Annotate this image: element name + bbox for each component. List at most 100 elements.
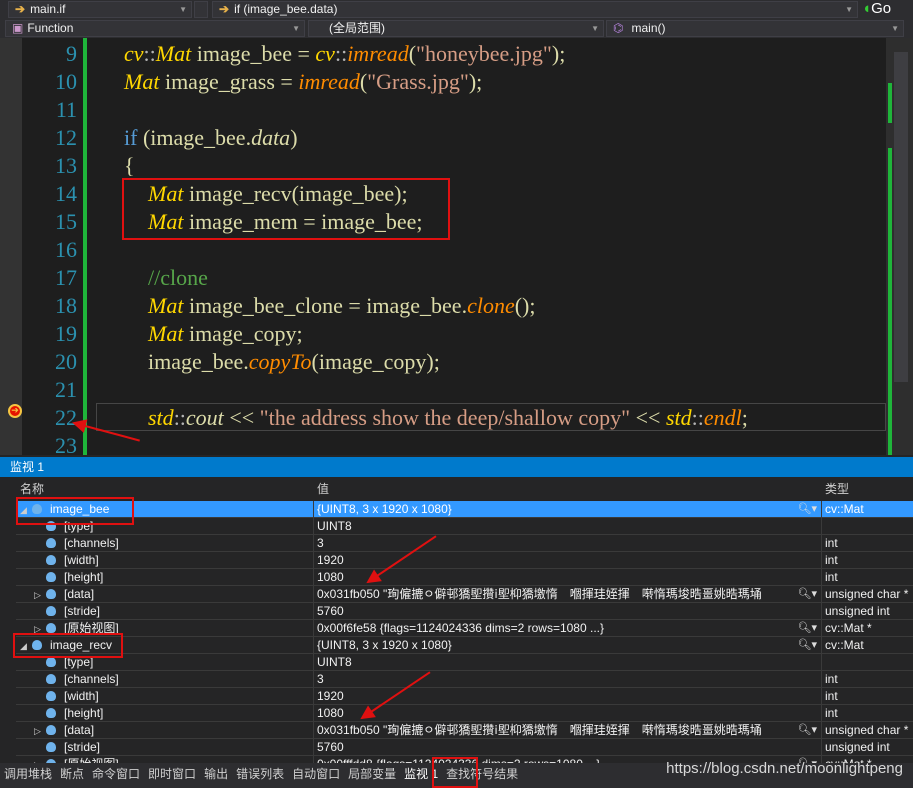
variable-name: [height]: [64, 706, 104, 720]
expand-toggle-icon[interactable]: ▷: [34, 723, 46, 738]
code-token: copyTo: [248, 349, 312, 374]
visualizer-search-icon[interactable]: 🔍︎▾: [798, 586, 818, 602]
watch-row[interactable]: [height] 1080 int: [16, 569, 913, 586]
watch-value-cell[interactable]: 1080: [313, 569, 821, 585]
variable-value: 5760: [317, 604, 344, 618]
variable-type: int: [825, 570, 838, 584]
tab-5[interactable]: 错误列表: [232, 763, 288, 785]
line-number: 10: [55, 69, 77, 94]
code-line[interactable]: 9 cv::Mat image_bee = cv::imread("honeybe…: [0, 40, 885, 68]
watch-row[interactable]: [type] UINT8: [16, 518, 913, 535]
watch-row[interactable]: [height] 1080 int: [16, 705, 913, 722]
variable-value: 0x031fb050 "珣僱摝ㅇ僻邨獢堲攢ⅰ堲枊獢墽惰 嗰揮珪姪揮 啭惰瑪埈晧畺…: [317, 723, 762, 737]
scope-dropdown[interactable]: ➔ if (image_bee.data) ▼: [212, 1, 858, 18]
code-line[interactable]: 22 std::cout << "the address show the dee…: [0, 404, 885, 432]
watch-value-cell[interactable]: 3: [313, 671, 821, 687]
global-scope-dropdown[interactable]: (全局范围) ▼: [308, 20, 604, 37]
tab-3[interactable]: 即时窗口: [144, 763, 200, 785]
line-number: 22: [55, 405, 77, 430]
variable-icon: [46, 538, 56, 548]
header-type[interactable]: 类型: [821, 480, 849, 499]
watch-row[interactable]: [width] 1920 int: [16, 688, 913, 705]
tab-6[interactable]: 自动窗口: [288, 763, 344, 785]
variable-value: 1920: [317, 689, 344, 703]
watch-row[interactable]: [stride] 5760 unsigned int: [16, 739, 913, 756]
code-line[interactable]: 17 //clone: [0, 264, 885, 292]
go-icon: ◖: [862, 0, 872, 17]
code-line[interactable]: 12 if (image_bee.data): [0, 124, 885, 152]
code-line[interactable]: 13 {: [0, 152, 885, 180]
tab-2[interactable]: 命令窗口: [88, 763, 144, 785]
code-editor[interactable]: 9 cv::Mat image_bee = cv::imread("honeybe…: [0, 38, 913, 455]
vertical-scrollbar[interactable]: [886, 38, 913, 455]
watch-name-cell: ▷ [data]: [16, 586, 313, 602]
scroll-thumb[interactable]: [894, 52, 908, 382]
scroll-marker: [888, 148, 892, 455]
watch-row[interactable]: ▷ [data] 0x031fb050 "珣僱摝ㅇ僻邨獢堲攢ⅰ堲枊獢墽惰 嗰揮珪姪…: [16, 722, 913, 739]
watch-row[interactable]: [channels] 3 int: [16, 671, 913, 688]
variable-type: cv::Mat *: [825, 621, 872, 635]
code-text: //clone: [148, 264, 208, 292]
header-value[interactable]: 值: [313, 480, 329, 499]
code-token: std: [665, 405, 692, 430]
visualizer-search-icon[interactable]: 🔍︎▾: [798, 722, 818, 738]
code-line[interactable]: 18 Mat image_bee_clone = image_bee.clone(…: [0, 292, 885, 320]
code-line[interactable]: 10 Mat image_grass = imread("Grass.jpg");: [0, 68, 885, 96]
tab-0[interactable]: 调用堆栈: [0, 763, 56, 785]
watch-type-cell: int: [821, 688, 913, 704]
tab-7[interactable]: 局部变量: [344, 763, 400, 785]
code-text: Mat image_bee_clone = image_bee.clone();: [148, 292, 536, 320]
watch-value-cell[interactable]: 1920: [313, 688, 821, 704]
code-token: Mat: [155, 41, 192, 66]
watch-value-cell[interactable]: 1080: [313, 705, 821, 721]
variable-value: {UINT8, 3 x 1920 x 1080}: [317, 638, 452, 652]
chevron-down-icon: ▼: [292, 24, 300, 33]
visualizer-search-icon[interactable]: 🔍︎▾: [798, 620, 818, 636]
watch-panel: 监视 1 名称 值 类型 ◢ image_bee {UINT8, 3 x 1920…: [0, 455, 913, 773]
watch-row[interactable]: ◢ image_recv {UINT8, 3 x 1920 x 1080} 🔍︎▾ …: [16, 637, 913, 654]
watch-value-cell[interactable]: 5760: [313, 739, 821, 755]
watch-value-cell[interactable]: UINT8: [313, 518, 821, 534]
line-number: 21: [55, 377, 77, 402]
code-line[interactable]: 16: [0, 236, 885, 264]
function-dropdown[interactable]: ▣ Function ▼: [5, 20, 305, 37]
code-token: imread: [298, 69, 360, 94]
watch-row[interactable]: ▷ [data] 0x031fb050 "珣僱摝ㅇ僻邨獢堲攢ⅰ堲枊獢墽惰 嗰揮珪姪…: [16, 586, 913, 603]
watch-type-cell: int: [821, 671, 913, 687]
watch-value-cell[interactable]: {UINT8, 3 x 1920 x 1080} 🔍︎▾: [313, 501, 821, 517]
variable-name: [width]: [64, 553, 99, 567]
code-line[interactable]: 20 image_bee.copyTo(image_copy);: [0, 348, 885, 376]
watch-row[interactable]: ◢ image_bee {UINT8, 3 x 1920 x 1080} 🔍︎▾ c…: [16, 501, 913, 518]
watch-type-cell: cv::Mat: [821, 637, 913, 653]
file-dropdown[interactable]: ➔ main.if ▼: [8, 1, 192, 18]
split-button[interactable]: [194, 1, 208, 18]
visualizer-search-icon[interactable]: 🔍︎▾: [798, 637, 818, 653]
code-line[interactable]: 23: [0, 432, 885, 455]
watch-value-cell[interactable]: 5760: [313, 603, 821, 619]
annotation-box: [432, 757, 478, 788]
code-line[interactable]: 21: [0, 376, 885, 404]
watch-value-cell[interactable]: 0x031fb050 "珣僱摝ㅇ僻邨獢堲攢ⅰ堲枊獢墽惰 嗰揮珪姪揮 啭惰瑪埈晧畺…: [313, 586, 821, 602]
watch-value-cell[interactable]: UINT8: [313, 654, 821, 670]
watch-row[interactable]: [stride] 5760 unsigned int: [16, 603, 913, 620]
member-dropdown[interactable]: ⌬ main() ▼: [606, 20, 904, 37]
code-line[interactable]: 19 Mat image_copy;: [0, 320, 885, 348]
watch-row[interactable]: [width] 1920 int: [16, 552, 913, 569]
watch-value-cell[interactable]: 3: [313, 535, 821, 551]
watch-row[interactable]: [type] UINT8: [16, 654, 913, 671]
code-token: ;: [741, 405, 748, 430]
watch-row[interactable]: [channels] 3 int: [16, 535, 913, 552]
code-line[interactable]: 11: [0, 96, 885, 124]
variable-name: [channels]: [64, 536, 119, 550]
tab-1[interactable]: 断点: [56, 763, 88, 785]
code-token: image_bee_clone = image_bee.: [183, 293, 468, 318]
visualizer-search-icon[interactable]: 🔍︎▾: [798, 501, 818, 517]
watch-value-cell[interactable]: 0x031fb050 "珣僱摝ㅇ僻邨獢堲攢ⅰ堲枊獢墽惰 嗰揮珪姪揮 啭惰瑪埈晧畺…: [313, 722, 821, 738]
watch-value-cell[interactable]: 0x00f6fe58 {flags=1124024336 dims=2 rows…: [313, 620, 821, 636]
go-button[interactable]: ◖Go: [862, 0, 891, 17]
tab-4[interactable]: 输出: [200, 763, 232, 785]
watch-row[interactable]: ▷ [原始视图] 0x00f6fe58 {flags=1124024336 dim…: [16, 620, 913, 637]
code-text: cv::Mat image_bee = cv::imread("honeybee…: [124, 40, 565, 68]
expand-toggle-icon[interactable]: ▷: [34, 587, 46, 602]
watch-value-cell[interactable]: {UINT8, 3 x 1920 x 1080} 🔍︎▾: [313, 637, 821, 653]
